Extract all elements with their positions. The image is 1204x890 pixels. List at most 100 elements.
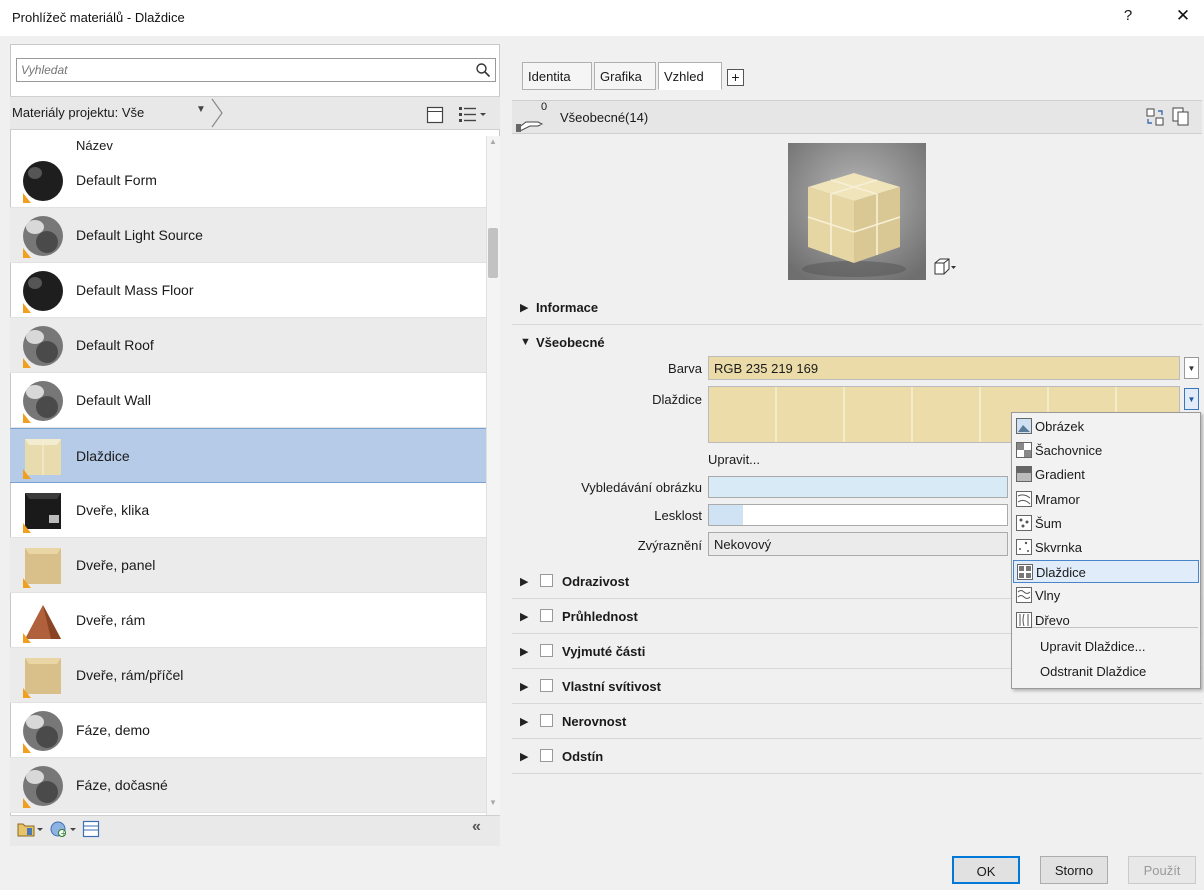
- material-list-item[interactable]: Default Wall: [10, 373, 486, 428]
- search-input[interactable]: [17, 59, 467, 81]
- asset-browser-icon[interactable]: [82, 820, 100, 838]
- menu-item-label: Mramor: [1035, 491, 1080, 507]
- section-enable-checkbox[interactable]: [540, 749, 553, 762]
- menu-item-label: Dlaždice: [1036, 565, 1086, 581]
- image-fade-slider[interactable]: [708, 476, 1008, 498]
- search-icon[interactable]: [475, 62, 491, 78]
- menu-item[interactable]: Šachovnice: [1013, 439, 1199, 462]
- asset-name: Všeobecné(14): [560, 110, 649, 125]
- filter-dropdown[interactable]: Materiály projektu: Vše: [12, 105, 144, 120]
- material-name: Default Mass Floor: [76, 282, 194, 298]
- texture-tile: [845, 387, 913, 442]
- material-list-item[interactable]: Default Light Source: [10, 208, 486, 263]
- section-enable-checkbox[interactable]: [540, 679, 553, 692]
- material-thumbnail: [23, 493, 61, 533]
- library-folder-icon[interactable]: [17, 820, 45, 838]
- section-label: Vyjmuté části: [562, 644, 646, 659]
- section-row[interactable]: ▶ Nerovnost: [512, 704, 1202, 739]
- highlights-select[interactable]: Nekovový: [708, 532, 1008, 556]
- tab-vzhled[interactable]: Vzhled: [658, 62, 722, 90]
- menu-item[interactable]: Obrázek: [1013, 415, 1199, 438]
- dlazdice-label: Dlaždice: [652, 392, 702, 407]
- search-box[interactable]: [16, 58, 496, 82]
- section-enable-checkbox[interactable]: [540, 574, 553, 587]
- material-name: Fáze, demo: [76, 722, 150, 738]
- section-enable-checkbox[interactable]: [540, 714, 553, 727]
- dlazdice-dropdown-button[interactable]: ▼: [1184, 388, 1199, 410]
- material-name: Dlaždice: [76, 448, 130, 464]
- expand-arrow-icon[interactable]: ▶: [520, 301, 528, 314]
- material-list-item[interactable]: Dveře, panel: [10, 538, 486, 593]
- material-name: Dveře, rám: [76, 612, 146, 628]
- view-layout-icon[interactable]: [426, 106, 444, 124]
- expand-arrow-icon[interactable]: ▶: [520, 715, 528, 728]
- menu-item[interactable]: Skvrnka: [1013, 536, 1199, 559]
- material-thumbnail: [23, 439, 61, 479]
- add-asset-icon[interactable]: +: [727, 69, 744, 86]
- section-row[interactable]: ▶ Odstín: [512, 739, 1202, 774]
- gradient-icon: [1016, 466, 1032, 483]
- noise-icon: [1016, 514, 1032, 531]
- replace-asset-icon[interactable]: [1146, 108, 1164, 126]
- speckle-icon: [1016, 539, 1032, 555]
- barva-color-field[interactable]: RGB 235 219 169: [708, 356, 1180, 380]
- tab-identita[interactable]: Identita: [522, 62, 592, 90]
- material-list-item[interactable]: Default Roof: [10, 318, 486, 373]
- menu-item-label: Dřevo: [1035, 612, 1070, 628]
- expand-arrow-icon[interactable]: ▶: [520, 610, 528, 623]
- glossiness-slider[interactable]: [708, 504, 1008, 526]
- scrollbar-thumb[interactable]: [488, 228, 498, 278]
- duplicate-asset-icon[interactable]: [1172, 107, 1190, 127]
- material-list-item[interactable]: Dveře, rám/příčel: [10, 648, 486, 703]
- material-list-item[interactable]: Dveře, klika: [10, 483, 486, 538]
- menu-item-label: Obrázek: [1035, 419, 1085, 434]
- ok-button[interactable]: OK: [952, 856, 1020, 884]
- expand-arrow-icon[interactable]: ▶: [520, 575, 528, 588]
- menu-item-label: Gradient: [1035, 467, 1085, 483]
- texture-tile: [913, 387, 981, 442]
- scroll-up-icon[interactable]: ▲: [489, 137, 497, 146]
- column-header-name[interactable]: Název: [76, 138, 113, 153]
- list-view-icon[interactable]: [458, 105, 488, 123]
- section-informace[interactable]: ▶ Informace: [512, 290, 1202, 325]
- material-list-item[interactable]: Dlaždice: [10, 428, 486, 483]
- menu-item[interactable]: Šum: [1013, 512, 1199, 535]
- menu-action-item[interactable]: Upravit Dlaždice...: [1013, 635, 1199, 658]
- preview-options-icon[interactable]: [933, 256, 957, 276]
- menu-item[interactable]: Gradient: [1013, 463, 1199, 486]
- edit-texture-link[interactable]: Upravit...: [708, 452, 760, 467]
- glossiness-slider-fill: [709, 505, 743, 525]
- apply-button[interactable]: Použít: [1128, 856, 1196, 884]
- expand-arrow-icon[interactable]: ▶: [520, 680, 528, 693]
- collapse-arrow-icon[interactable]: ▼: [520, 336, 531, 348]
- material-thumbnail: [23, 271, 63, 313]
- tab-grafika[interactable]: Grafika: [594, 62, 656, 90]
- filter-chevron-down-icon[interactable]: ▼: [196, 104, 206, 115]
- close-button[interactable]: ✕: [1172, 6, 1194, 28]
- material-list-item[interactable]: Fáze, demo: [10, 703, 486, 758]
- menu-item[interactable]: Dlaždice: [1013, 560, 1199, 584]
- menu-action-item[interactable]: Odstranit Dlaždice: [1013, 660, 1199, 683]
- material-list-item[interactable]: Fáze, dočasné: [10, 758, 486, 813]
- cancel-button[interactable]: Storno: [1040, 856, 1108, 884]
- material-list-item[interactable]: Dveře, rám: [10, 593, 486, 648]
- section-label: Vlastní svítivost: [562, 679, 661, 694]
- menu-item-label: Skvrnka: [1035, 540, 1082, 555]
- material-list-item[interactable]: Default Mass Floor: [10, 263, 486, 318]
- expand-arrow-icon[interactable]: ▶: [520, 750, 528, 763]
- expand-arrow-icon[interactable]: ▶: [520, 645, 528, 658]
- create-material-icon[interactable]: +: [50, 820, 78, 838]
- scroll-down-icon[interactable]: ▼: [489, 798, 497, 807]
- collapse-panel-icon[interactable]: «: [472, 818, 481, 836]
- menu-item[interactable]: Dřevo: [1013, 609, 1199, 632]
- section-enable-checkbox[interactable]: [540, 609, 553, 622]
- material-list-item[interactable]: Default Form: [10, 153, 486, 208]
- barva-label: Barva: [668, 361, 702, 376]
- barva-dropdown-button[interactable]: ▼: [1184, 357, 1199, 379]
- help-button[interactable]: ?: [1118, 7, 1138, 29]
- menu-item[interactable]: Vlny: [1013, 584, 1199, 607]
- section-enable-checkbox[interactable]: [540, 644, 553, 657]
- material-name: Default Roof: [76, 337, 154, 353]
- menu-item[interactable]: Mramor: [1013, 488, 1199, 511]
- waves-icon: [1016, 587, 1032, 604]
